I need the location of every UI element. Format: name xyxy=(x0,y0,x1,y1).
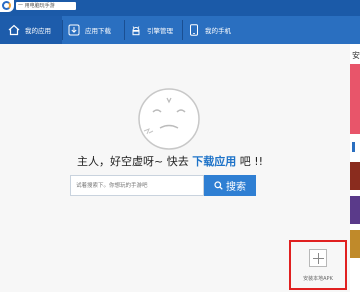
tab-engine-manage-label: 引擎管理 xyxy=(147,27,173,35)
tab-engine-manage[interactable]: 引擎管理 xyxy=(130,16,186,44)
search-icon xyxy=(214,181,223,190)
tab-my-phone-label: 我的手机 xyxy=(205,27,231,35)
empty-message-suffix: 吧 !! xyxy=(236,155,264,168)
empty-message: 主人，好空虚呀~ 快去 下载应用 吧 !! xyxy=(0,153,340,169)
tab-my-phone[interactable]: 我的手机 xyxy=(188,16,244,44)
search-button-label: 搜索 xyxy=(226,182,246,193)
nav-divider xyxy=(182,20,183,40)
game-thumbnail[interactable] xyxy=(350,196,360,224)
app-logo xyxy=(0,0,14,12)
tab-app-download-label: 应用下载 xyxy=(85,27,111,35)
game-thumbnail[interactable] xyxy=(350,230,360,258)
empty-face-icon xyxy=(138,88,200,150)
empty-message-text: 主人，好空虚呀~ 快去 xyxy=(76,155,193,168)
nav-divider xyxy=(124,20,125,40)
search-input[interactable] xyxy=(70,175,204,196)
phone-icon xyxy=(190,24,198,36)
recommend-panel-header: 安 xyxy=(352,51,360,60)
nav-divider xyxy=(62,20,63,40)
title-bar: 一 用电脑玩手游 xyxy=(0,0,360,16)
app-subtitle: 一 用电脑玩手游 xyxy=(16,2,76,10)
recommend-banner[interactable] xyxy=(350,64,360,134)
install-local-apk-button[interactable]: 安装本地APK xyxy=(289,240,347,290)
download-icon xyxy=(68,24,80,36)
home-icon xyxy=(8,24,20,36)
download-apps-link[interactable]: 下载应用 xyxy=(192,155,236,168)
tab-my-apps-label: 我的应用 xyxy=(25,27,51,35)
search-button[interactable]: 搜索 xyxy=(204,175,256,196)
install-local-apk-label: 安装本地APK xyxy=(303,276,333,282)
app-window: 一 用电脑玩手游 我的应用 应用下载 引擎管理 我的手机 主人，好空虚呀~ 快去… xyxy=(0,0,360,292)
android-icon xyxy=(132,26,140,36)
search-bar: 搜索 xyxy=(70,175,256,196)
section-marker xyxy=(352,142,355,152)
plus-icon xyxy=(309,249,327,267)
recommend-panel: 安 xyxy=(350,44,360,292)
game-thumbnail[interactable] xyxy=(350,162,360,190)
tab-app-download[interactable]: 应用下载 xyxy=(68,16,130,44)
tab-my-apps[interactable]: 我的应用 xyxy=(0,16,62,44)
nav-bar: 我的应用 应用下载 引擎管理 我的手机 xyxy=(0,16,360,44)
